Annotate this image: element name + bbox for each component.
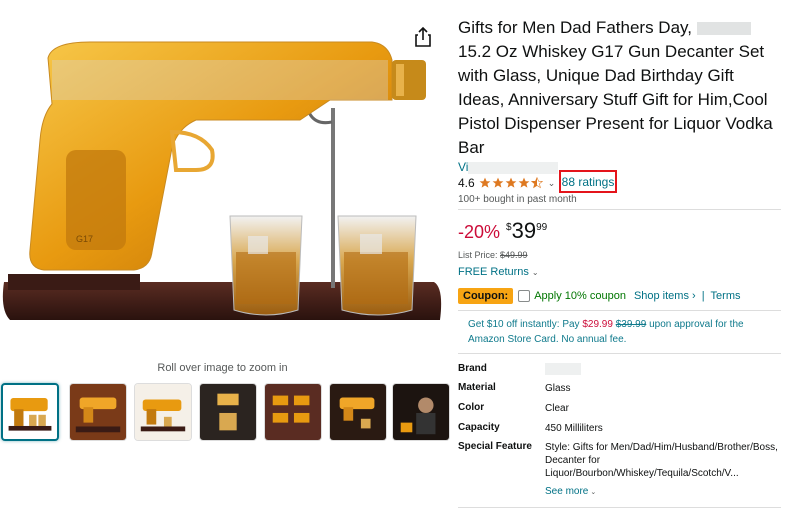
thumbnail-5[interactable] <box>264 383 322 441</box>
card-offer-original-price: $39.99 <box>615 319 647 330</box>
spec-key: Special Feature <box>458 441 532 452</box>
brand-store-link[interactable]: Vi <box>458 160 559 174</box>
list-price-label: List Price: <box>458 250 498 260</box>
spec-row-color: Color Clear <box>458 402 788 422</box>
chevron-down-icon[interactable]: ⌄ <box>548 178 556 189</box>
star-icon <box>518 177 530 188</box>
chevron-down-icon: ⌄ <box>531 268 539 277</box>
product-title: Gifts for Men Dad Fathers Day, 15.2 Oz W… <box>458 16 773 160</box>
redacted-store-name <box>468 161 559 174</box>
thumbnail-6[interactable] <box>329 383 387 441</box>
card-offer-text: Get $10 off instantly: Pay <box>468 319 583 330</box>
card-offer-text-2: upon approval for the <box>646 319 744 330</box>
free-returns-label: FREE Returns <box>458 266 529 278</box>
product-title-part2: 15.2 Oz Whiskey G17 Gun Decanter Set wit… <box>458 42 773 157</box>
price-whole: 39 <box>511 218 537 243</box>
chevron-down-icon: ⌄ <box>590 489 597 496</box>
spec-key: Color <box>458 402 485 413</box>
thumbnail-2[interactable] <box>69 383 127 441</box>
free-returns-link[interactable]: FREE Returns ⌄ <box>458 266 539 278</box>
star-icon <box>505 177 517 188</box>
coupon-badge: Coupon: <box>458 287 514 304</box>
spec-value: Glass <box>545 383 571 394</box>
spec-row-brand: Brand <box>458 363 788 382</box>
spec-value: 450 Milliliters <box>545 423 603 434</box>
divider <box>458 310 781 311</box>
thumbnail-7[interactable] <box>392 383 450 441</box>
spec-value: Style: Gifts for Men/Dad/Him/Husband/Bro… <box>545 442 778 479</box>
store-card-offer[interactable]: Get $10 off instantly: Pay $29.99 $39.99… <box>468 317 768 347</box>
spec-key: Brand <box>458 363 487 374</box>
coupon-row: Coupon: Apply 10% coupon Shop items › | … <box>458 287 741 304</box>
see-more-link[interactable]: See more ⌄ <box>545 486 596 497</box>
thumbnail-strip <box>0 383 452 443</box>
divider <box>458 507 781 508</box>
share-icon[interactable] <box>413 26 433 48</box>
main-product-image[interactable]: G17 <box>0 20 452 338</box>
spec-value <box>545 363 785 382</box>
bought-past-month: 100+ bought in past month <box>458 194 577 205</box>
product-title-part1: Gifts for Men Dad Fathers Day, <box>458 18 692 37</box>
coupon-label[interactable]: Apply 10% coupon <box>534 290 626 302</box>
shop-items-link[interactable]: Shop items › <box>634 290 696 302</box>
star-icon <box>492 177 504 188</box>
product-specs: Brand Material Glass Color Clear Capacit… <box>458 363 788 480</box>
terms-link[interactable]: Terms <box>711 290 741 302</box>
spec-key: Material <box>458 382 496 393</box>
thumbnail-4[interactable] <box>199 383 257 441</box>
price-row: -20% $ 39 99 <box>458 218 547 248</box>
brand-prefix: Vi <box>458 160 469 174</box>
rating-row: 4.6 ⌄ <box>458 175 569 191</box>
coupon-checkbox[interactable] <box>518 289 531 302</box>
divider <box>458 353 781 354</box>
rating-value: 4.6 <box>458 176 475 190</box>
star-half-icon <box>530 177 543 189</box>
zoom-hint: Roll over image to zoom in <box>157 362 288 374</box>
spec-row-material: Material Glass <box>458 382 788 402</box>
spec-row-capacity: Capacity 450 Milliliters <box>458 422 788 441</box>
thumbnail-1[interactable] <box>1 383 59 441</box>
star-icon <box>479 177 491 188</box>
coupon-separator: | <box>701 289 705 302</box>
redacted-brand <box>696 22 751 36</box>
list-price: List Price: $49.99 <box>458 250 528 260</box>
spec-row-special-feature: Special Feature Style: Gifts for Men/Dad… <box>458 441 788 480</box>
star-rating[interactable] <box>479 177 544 189</box>
card-offer-text-3: Amazon Store Card. No annual fee. <box>468 334 627 345</box>
list-price-value: $49.99 <box>500 250 528 260</box>
spec-value: Clear <box>545 403 569 414</box>
svg-text:G17: G17 <box>76 234 93 244</box>
card-offer-price: $29.99 <box>582 319 613 330</box>
divider <box>458 209 781 210</box>
ratings-count-link[interactable]: 88 ratings <box>559 170 617 193</box>
see-more-label: See more <box>545 486 589 497</box>
price-fraction: 99 <box>536 222 548 233</box>
spec-key: Capacity <box>458 422 500 433</box>
thumbnail-3[interactable] <box>134 383 192 441</box>
discount-percent: -20% <box>458 222 501 242</box>
redacted-brand-value <box>545 363 581 376</box>
